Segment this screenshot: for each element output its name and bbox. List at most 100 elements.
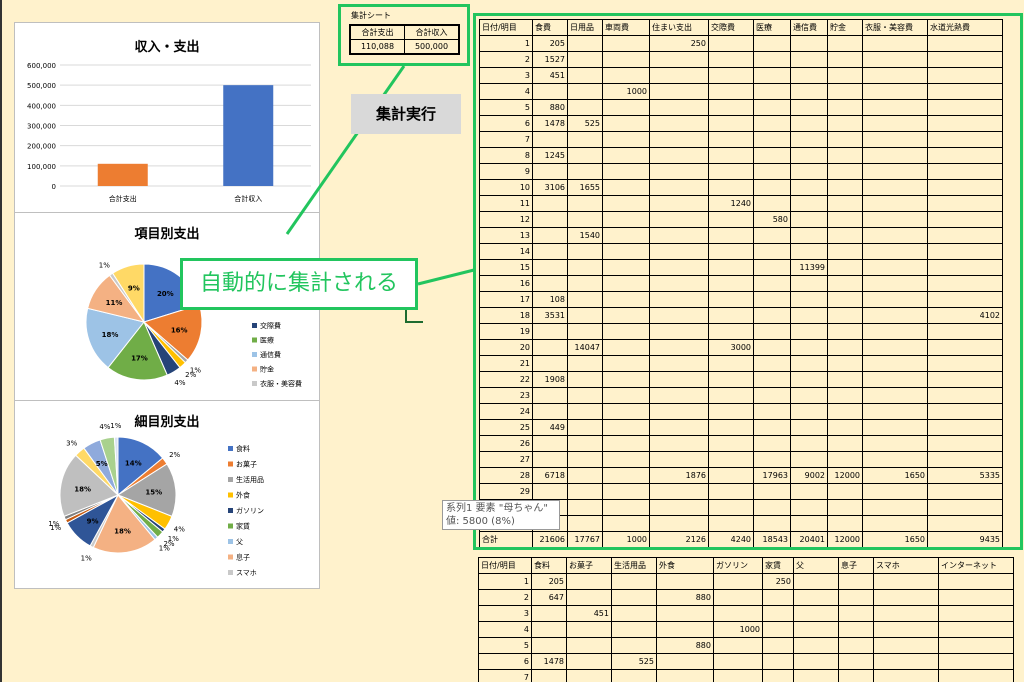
table-cell[interactable] bbox=[827, 451, 863, 468]
table-cell[interactable] bbox=[532, 387, 568, 404]
table-cell[interactable]: 1000 bbox=[713, 621, 763, 638]
table-cell[interactable]: 17 bbox=[479, 291, 533, 308]
table-cell[interactable]: 1000 bbox=[602, 531, 650, 547]
table-cell[interactable] bbox=[532, 195, 568, 212]
table-cell[interactable]: 13 bbox=[479, 227, 533, 244]
table-cell[interactable] bbox=[566, 621, 612, 638]
table-cell[interactable] bbox=[862, 483, 928, 500]
column-header[interactable]: 車両費 bbox=[602, 19, 650, 36]
table-cell[interactable] bbox=[567, 435, 603, 452]
table-cell[interactable] bbox=[566, 669, 612, 682]
table-cell[interactable] bbox=[567, 195, 603, 212]
column-header[interactable]: 生活用品 bbox=[611, 557, 657, 574]
table-cell[interactable] bbox=[927, 195, 1003, 212]
column-header[interactable]: 家賃 bbox=[762, 557, 794, 574]
table-cell[interactable] bbox=[532, 227, 568, 244]
table-cell[interactable] bbox=[790, 67, 828, 84]
table-cell[interactable] bbox=[649, 243, 709, 260]
table-cell[interactable] bbox=[790, 131, 828, 148]
table-cell[interactable]: 3000 bbox=[708, 339, 754, 356]
column-header[interactable]: 父 bbox=[793, 557, 839, 574]
table-cell[interactable] bbox=[532, 483, 568, 500]
table-cell[interactable] bbox=[531, 637, 567, 654]
column-header[interactable]: 息子 bbox=[838, 557, 874, 574]
table-cell[interactable] bbox=[862, 131, 928, 148]
table-cell[interactable] bbox=[938, 589, 1014, 606]
table-cell[interactable] bbox=[927, 371, 1003, 388]
table-cell[interactable] bbox=[611, 573, 657, 590]
table-cell[interactable] bbox=[793, 669, 839, 682]
table-cell[interactable] bbox=[862, 339, 928, 356]
table-cell[interactable] bbox=[927, 243, 1003, 260]
table-cell[interactable] bbox=[753, 275, 791, 292]
table-cell[interactable] bbox=[790, 371, 828, 388]
table-cell[interactable] bbox=[927, 355, 1003, 372]
table-cell[interactable] bbox=[602, 163, 650, 180]
table-cell[interactable] bbox=[927, 323, 1003, 340]
table-cell[interactable]: 17767 bbox=[567, 531, 603, 547]
table-cell[interactable] bbox=[602, 99, 650, 116]
table-cell[interactable]: 25 bbox=[479, 419, 533, 436]
table-cell[interactable] bbox=[602, 195, 650, 212]
table-cell[interactable]: 205 bbox=[531, 573, 567, 590]
table-cell[interactable]: 580 bbox=[753, 211, 791, 228]
table-cell[interactable] bbox=[532, 339, 568, 356]
table-cell[interactable] bbox=[567, 499, 603, 516]
table-cell[interactable]: 合計 bbox=[479, 531, 533, 547]
table-cell[interactable] bbox=[567, 163, 603, 180]
table-cell[interactable] bbox=[753, 67, 791, 84]
table-cell[interactable] bbox=[708, 275, 754, 292]
table-cell[interactable] bbox=[790, 211, 828, 228]
table-cell[interactable] bbox=[708, 515, 754, 532]
table-cell[interactable] bbox=[827, 99, 863, 116]
table-cell[interactable] bbox=[938, 653, 1014, 670]
table-cell[interactable] bbox=[790, 483, 828, 500]
table-cell[interactable] bbox=[567, 403, 603, 420]
table-cell[interactable] bbox=[838, 669, 874, 682]
table-cell[interactable] bbox=[873, 637, 939, 654]
table-cell[interactable] bbox=[827, 387, 863, 404]
table-cell[interactable] bbox=[753, 115, 791, 132]
table-cell[interactable]: 6 bbox=[479, 115, 533, 132]
table-cell[interactable] bbox=[753, 163, 791, 180]
table-cell[interactable] bbox=[649, 291, 709, 308]
table-cell[interactable] bbox=[927, 211, 1003, 228]
table-cell[interactable]: 9 bbox=[479, 163, 533, 180]
table-cell[interactable] bbox=[708, 83, 754, 100]
table-cell[interactable]: 880 bbox=[532, 99, 568, 116]
table-cell[interactable] bbox=[649, 211, 709, 228]
table-cell[interactable] bbox=[708, 227, 754, 244]
table-cell[interactable] bbox=[827, 307, 863, 324]
table-cell[interactable] bbox=[713, 669, 763, 682]
table-cell[interactable] bbox=[753, 35, 791, 52]
table-cell[interactable] bbox=[708, 291, 754, 308]
table-cell[interactable] bbox=[927, 339, 1003, 356]
table-cell[interactable] bbox=[927, 291, 1003, 308]
table-cell[interactable] bbox=[708, 35, 754, 52]
table-cell[interactable]: 1908 bbox=[532, 371, 568, 388]
table-cell[interactable]: 1000 bbox=[602, 83, 650, 100]
table-cell[interactable] bbox=[827, 339, 863, 356]
table-cell[interactable] bbox=[938, 637, 1014, 654]
table-cell[interactable] bbox=[827, 371, 863, 388]
table-cell[interactable] bbox=[602, 131, 650, 148]
table-cell[interactable] bbox=[938, 573, 1014, 590]
table-cell[interactable] bbox=[602, 515, 650, 532]
table-cell[interactable] bbox=[862, 163, 928, 180]
table-cell[interactable]: 22 bbox=[479, 371, 533, 388]
table-cell[interactable] bbox=[762, 669, 794, 682]
table-cell[interactable] bbox=[708, 147, 754, 164]
table-cell[interactable] bbox=[532, 259, 568, 276]
table-cell[interactable]: 20 bbox=[479, 339, 533, 356]
table-cell[interactable] bbox=[927, 147, 1003, 164]
table-cell[interactable]: 1540 bbox=[567, 227, 603, 244]
table-cell[interactable] bbox=[793, 621, 839, 638]
table-cell[interactable] bbox=[713, 637, 763, 654]
table-cell[interactable] bbox=[793, 573, 839, 590]
table-cell[interactable] bbox=[532, 275, 568, 292]
table-cell[interactable] bbox=[938, 621, 1014, 638]
table-cell[interactable] bbox=[838, 653, 874, 670]
table-cell[interactable] bbox=[708, 163, 754, 180]
table-cell[interactable]: 23 bbox=[479, 387, 533, 404]
table-cell[interactable] bbox=[602, 227, 650, 244]
